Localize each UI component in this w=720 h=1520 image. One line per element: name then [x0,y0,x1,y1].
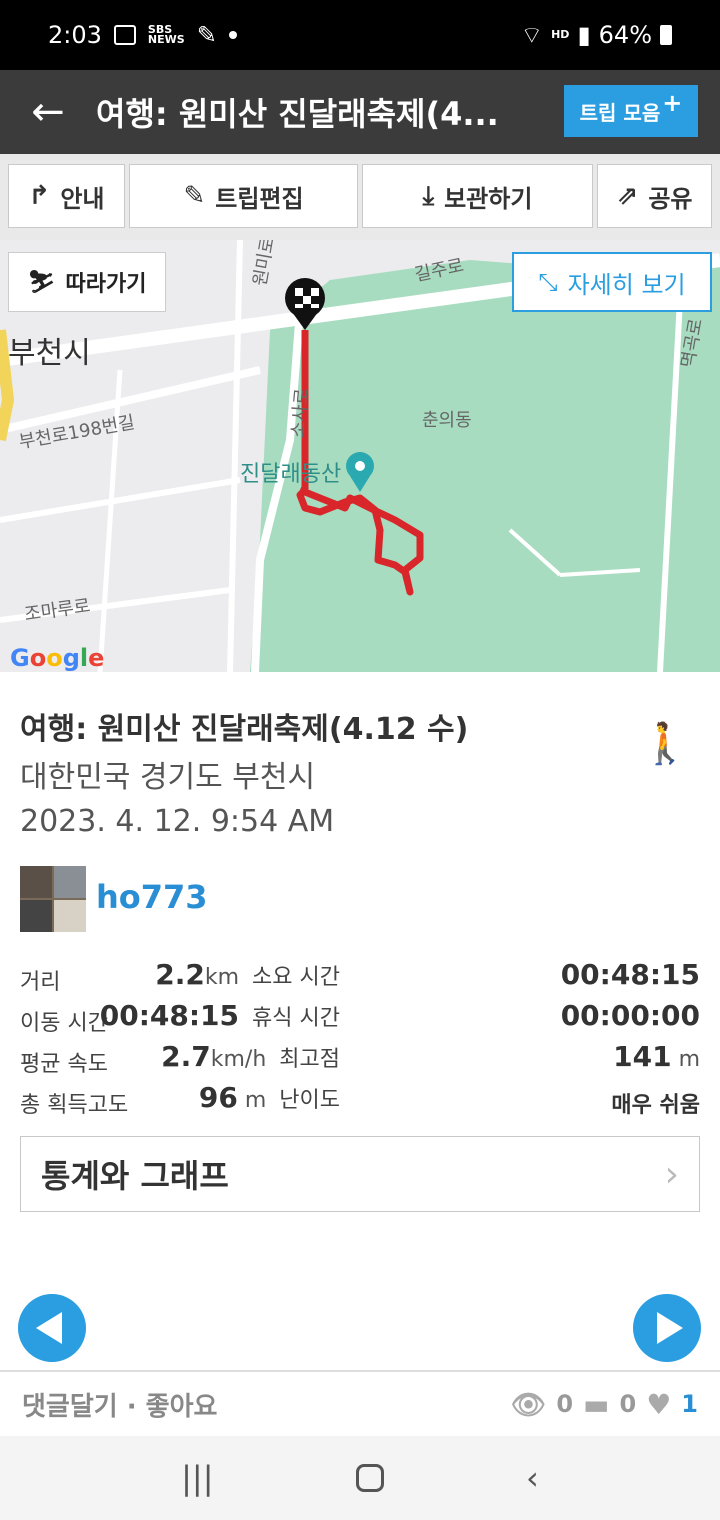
max-altitude-label: 최고점 [279,1047,340,1072]
turn-arrow-icon: ↱ [28,181,51,211]
map-view[interactable]: ⛷ 따라가기 ⤡ 자세히 보기 부천시 원미로 길주로 부천로198번길 소사로… [0,240,720,672]
battery-percent: 64% [598,21,652,49]
heart-icon[interactable]: ♥ [646,1388,671,1421]
edit-trip-button[interactable]: ✎ 트립편집 [129,164,358,228]
stats-and-graph-label: 통계와 그래프 [41,1157,229,1195]
username-link[interactable]: ho773 [96,878,208,916]
elevation-gain-label: 총 획득고도 [20,1093,129,1118]
status-time: 2:03 [48,21,102,49]
google-logo: Google [10,644,105,672]
stat-row: 총 획득고도 96 m 난이도 매우 쉬움 [20,1079,700,1120]
recent-apps-icon[interactable]: ||| [181,1459,213,1497]
rest-label: 휴식 시간 [252,1006,340,1031]
detail-view-label: 자세히 보기 [567,270,686,299]
distance-value: 2.2 [155,958,205,991]
feather-icon: ✎ [196,21,217,49]
avatar[interactable] [20,866,86,932]
sbs-news-icon: SBS NEWS [147,23,185,46]
status-bar: 2:03 SBS NEWS ✎ ⌔ HD ▮ 64% [0,0,720,70]
back-nav-icon[interactable]: ‹ [526,1459,539,1497]
max-altitude-value: 141 [613,1040,672,1073]
distance-label: 거리 [20,970,61,995]
map-city-label: 부천시 [8,336,91,371]
share-label: 공유 [648,184,693,213]
elevation-gain-unit: m [244,1088,267,1113]
save-button[interactable]: ⤓ 보관하기 [362,164,593,228]
follow-button[interactable]: ⛷ 따라가기 [8,252,166,312]
action-toolbar: ↱ 안내 ✎ 트립편집 ⤓ 보관하기 ⇗ 공유 [0,154,720,240]
follow-label: 따라가기 [65,272,147,297]
comment-count: 0 [619,1390,637,1418]
difficulty-value: 매우 쉬움 [611,1093,700,1118]
view-count: 0 [556,1390,574,1418]
share-icon: ⇗ [616,181,639,211]
avg-speed-unit: km/h [210,1047,267,1072]
elevation-gain-value: 96 [198,1081,238,1114]
expand-icon: ⤡ [538,268,558,296]
elapsed-label: 소요 시간 [252,965,340,990]
avg-speed-value: 2.7 [161,1040,211,1073]
page-title: 여행: 원미산 진달래축제(4... [96,95,499,133]
stats-and-graph-button[interactable]: 통계와 그래프 › [20,1136,700,1212]
plus-icon: + [662,89,683,117]
home-icon[interactable] [355,1464,384,1492]
elapsed-value: 00:48:15 [560,958,700,991]
avg-speed-label: 평균 속도 [20,1052,108,1077]
next-trip-button[interactable] [633,1294,701,1362]
trip-collection-label: 트립 모음 [579,100,661,125]
signal-icon: ▮ [577,21,591,49]
share-button[interactable]: ⇗ 공유 [597,164,712,228]
comment-like-link[interactable]: 댓글달기 · 좋아요 [22,1386,217,1423]
back-button[interactable]: ← [0,70,96,154]
app-bar: ← 여행: 원미산 진달래축제(4... 트립 모음 + [0,70,720,154]
walking-person-icon: 🚶 [640,721,690,767]
gallery-icon [113,25,136,45]
save-label: 보관하기 [444,184,533,213]
rest-value: 00:00:00 [560,999,700,1032]
map-poi-label[interactable]: 진달래동산 [240,456,341,488]
stat-row: 이동 시간 00:48:15 휴식 시간 00:00:00 [20,997,700,1038]
map-road-label: 소사로 [287,387,313,439]
guide-button[interactable]: ↱ 안내 [8,164,125,228]
trip-title: 여행: 원미산 진달래축제(4.12 수) [20,712,469,747]
download-icon: ⤓ [422,180,435,211]
map-road-label: 춘의동 [422,410,472,431]
like-count: 1 [681,1390,698,1418]
detail-view-button[interactable]: ⤡ 자세히 보기 [512,252,712,312]
arrow-left-icon: ← [31,89,65,135]
comment-icon[interactable]: ▬ [583,1388,609,1421]
chevron-right-icon: › [664,1153,679,1195]
battery-icon [660,25,672,45]
guide-label: 안내 [60,184,105,213]
previous-trip-button[interactable] [18,1294,86,1362]
stat-row: 평균 속도 2.7km/h 최고점 141 m [20,1038,700,1079]
trip-datetime: 2023. 4. 12. 9:54 AM [20,804,335,839]
social-bar: 댓글달기 · 좋아요 👁 0 ▬ 0 ♥ 1 [0,1370,720,1436]
wifi-icon: ⌔ [520,21,544,49]
trip-stats: 거리 2.2km 소요 시간 00:48:15 이동 시간 00:48:15 휴… [20,956,700,1120]
eye-icon: 👁 [510,1387,547,1421]
edit-trip-label: 트립편집 [215,184,304,213]
hd-icon: HD [551,28,570,41]
more-notifications-icon [228,31,237,39]
pencil-icon: ✎ [183,181,206,211]
follow-icon: ⛷ [27,269,56,295]
stat-row: 거리 2.2km 소요 시간 00:48:15 [20,956,700,997]
distance-unit: km [204,965,240,990]
max-altitude-unit: m [678,1047,700,1072]
trip-location: 대한민국 경기도 부천시 [20,760,316,795]
difficulty-label: 난이도 [279,1088,340,1113]
trip-collection-button[interactable]: 트립 모음 + [564,85,698,137]
moving-label: 이동 시간 [20,1011,108,1036]
system-nav-bar: ||| ‹ [0,1436,720,1520]
moving-value: 00:48:15 [99,999,240,1032]
